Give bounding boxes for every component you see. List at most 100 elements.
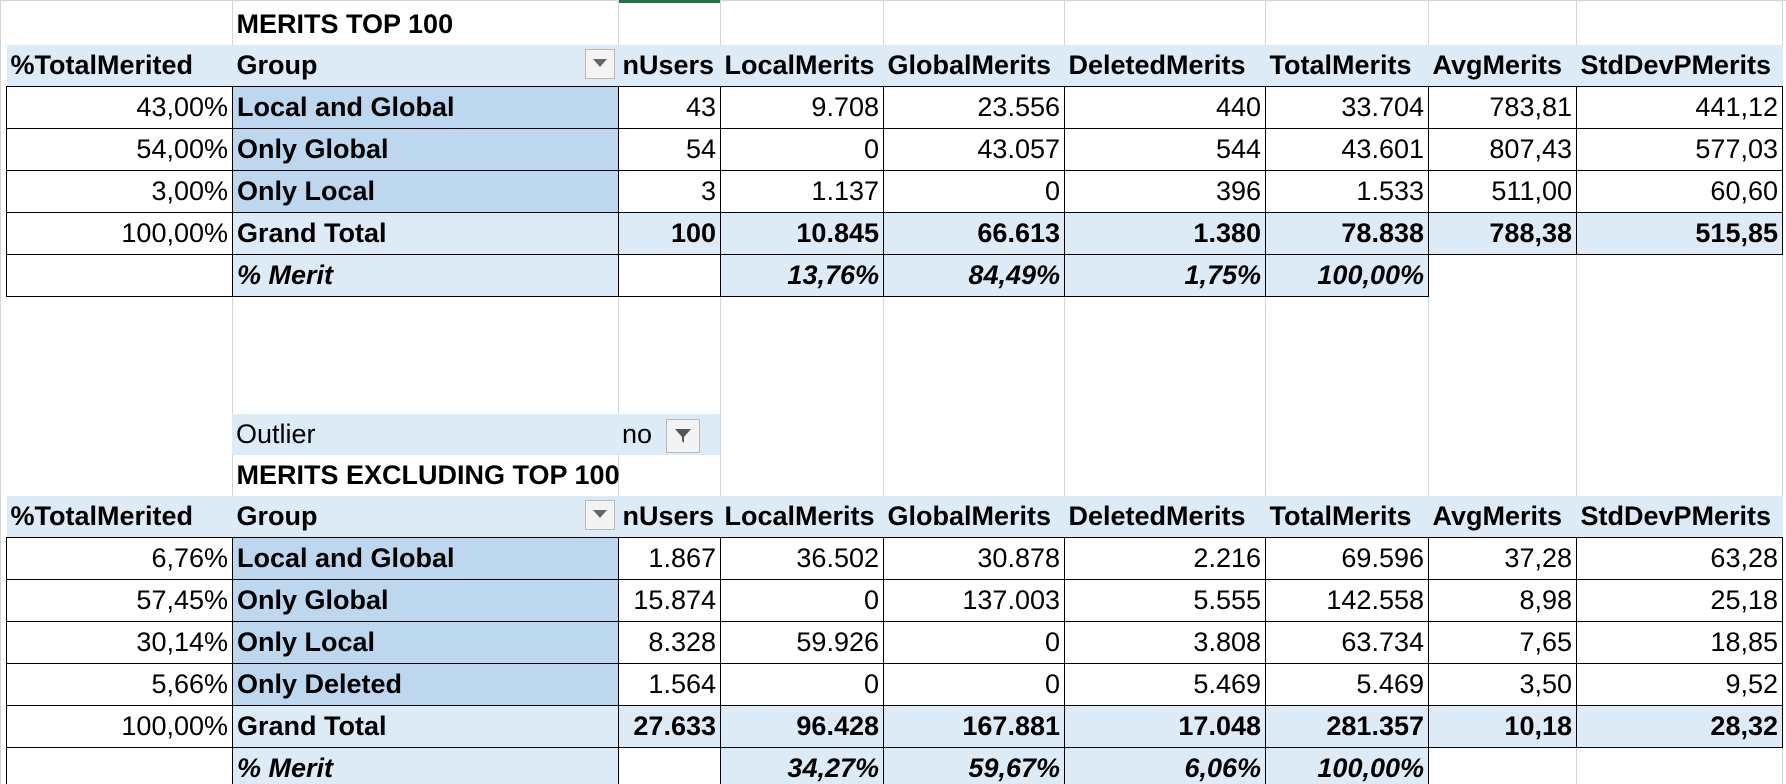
cell[interactable]: 511,00 bbox=[1428, 170, 1577, 213]
cell[interactable]: 8.328 bbox=[618, 621, 721, 664]
cell[interactable]: 281.357 bbox=[1265, 705, 1429, 748]
cell[interactable]: 69.596 bbox=[1265, 537, 1429, 580]
col-header-group[interactable]: Group bbox=[232, 45, 619, 87]
group-cell[interactable]: Only Global bbox=[232, 128, 619, 171]
cell[interactable]: 0 bbox=[720, 579, 884, 622]
cell[interactable] bbox=[6, 254, 233, 297]
group-cell[interactable]: Only Deleted bbox=[232, 663, 619, 706]
cell[interactable]: 6,06% bbox=[1064, 747, 1266, 784]
cell[interactable]: 0 bbox=[883, 170, 1065, 213]
cell[interactable]: 167.881 bbox=[883, 705, 1065, 748]
cell[interactable]: 37,28 bbox=[1428, 537, 1577, 580]
group-dropdown-button[interactable] bbox=[584, 49, 615, 79]
cell[interactable]: 544 bbox=[1064, 128, 1266, 171]
cell[interactable]: 577,03 bbox=[1576, 128, 1783, 171]
cell[interactable]: 18,85 bbox=[1576, 621, 1783, 664]
cell[interactable]: 515,85 bbox=[1576, 212, 1783, 255]
group-cell[interactable]: Local and Global bbox=[232, 86, 619, 129]
merit-label[interactable]: % Merit bbox=[232, 254, 619, 297]
cell[interactable]: 13,76% bbox=[720, 254, 884, 297]
cell[interactable]: 788,38 bbox=[1428, 212, 1577, 255]
col-header[interactable]: StdDevPMerits bbox=[1576, 496, 1783, 538]
cell[interactable]: 9.708 bbox=[720, 86, 884, 129]
cell[interactable]: 1.533 bbox=[1265, 170, 1429, 213]
cell[interactable]: 100 bbox=[618, 212, 721, 255]
col-header[interactable]: TotalMerits bbox=[1265, 496, 1429, 538]
cell[interactable]: 137.003 bbox=[883, 579, 1065, 622]
cell[interactable]: 23.556 bbox=[883, 86, 1065, 129]
col-header[interactable]: AvgMerits bbox=[1428, 45, 1577, 87]
cell[interactable]: 3.808 bbox=[1064, 621, 1266, 664]
cell[interactable]: 807,43 bbox=[1428, 128, 1577, 171]
cell[interactable]: 3 bbox=[618, 170, 721, 213]
spreadsheet-grid[interactable]: MERITS TOP 100 %TotalMerited Group nUser… bbox=[0, 0, 1786, 784]
cell[interactable]: 15.874 bbox=[618, 579, 721, 622]
cell[interactable]: 43.057 bbox=[883, 128, 1065, 171]
merit-label[interactable]: % Merit bbox=[232, 747, 619, 784]
pivot-table-excluding-top100[interactable]: MERITS EXCLUDING TOP 100 %TotalMerited G… bbox=[6, 455, 1783, 784]
cell[interactable]: 1.564 bbox=[618, 663, 721, 706]
cell[interactable]: 1.867 bbox=[618, 537, 721, 580]
cell[interactable]: 2.216 bbox=[1064, 537, 1266, 580]
cell[interactable]: 33.704 bbox=[1265, 86, 1429, 129]
cell[interactable]: 54 bbox=[618, 128, 721, 171]
col-header[interactable]: LocalMerits bbox=[720, 45, 884, 87]
cell[interactable]: 1,75% bbox=[1064, 254, 1266, 297]
cell[interactable]: 43,00% bbox=[6, 86, 233, 129]
cell[interactable]: 5.469 bbox=[1265, 663, 1429, 706]
cell[interactable]: 30,14% bbox=[6, 621, 233, 664]
cell[interactable]: 6,76% bbox=[6, 537, 233, 580]
cell[interactable]: 34,27% bbox=[720, 747, 884, 784]
cell[interactable]: 1.380 bbox=[1064, 212, 1266, 255]
cell[interactable]: 10,18 bbox=[1428, 705, 1577, 748]
cell[interactable] bbox=[618, 254, 721, 297]
cell[interactable]: 1.137 bbox=[720, 170, 884, 213]
cell[interactable]: 25,18 bbox=[1576, 579, 1783, 622]
cell[interactable]: 36.502 bbox=[720, 537, 884, 580]
cell[interactable]: 783,81 bbox=[1428, 86, 1577, 129]
cell[interactable]: 10.845 bbox=[720, 212, 884, 255]
cell[interactable]: 100,00% bbox=[6, 705, 233, 748]
cell[interactable]: 63.734 bbox=[1265, 621, 1429, 664]
cell[interactable]: 96.428 bbox=[720, 705, 884, 748]
cell[interactable]: 0 bbox=[883, 621, 1065, 664]
group-cell[interactable]: Only Local bbox=[232, 170, 619, 213]
cell[interactable]: 142.558 bbox=[1265, 579, 1429, 622]
cell[interactable]: 396 bbox=[1064, 170, 1266, 213]
cell[interactable]: 60,60 bbox=[1576, 170, 1783, 213]
cell[interactable]: 30.878 bbox=[883, 537, 1065, 580]
cell[interactable]: 441,12 bbox=[1576, 86, 1783, 129]
pivot-table-top100[interactable]: MERITS TOP 100 %TotalMerited Group nUser… bbox=[6, 4, 1783, 297]
col-header[interactable]: StdDevPMerits bbox=[1576, 45, 1783, 87]
col-header[interactable]: DeletedMerits bbox=[1064, 45, 1266, 87]
cell[interactable]: 54,00% bbox=[6, 128, 233, 171]
cell[interactable]: 0 bbox=[720, 663, 884, 706]
filter-value-cell[interactable]: no bbox=[618, 414, 720, 455]
group-cell[interactable]: Grand Total bbox=[232, 705, 619, 748]
cell[interactable]: 59.926 bbox=[720, 621, 884, 664]
cell[interactable]: 100,00% bbox=[6, 212, 233, 255]
cell[interactable]: 100,00% bbox=[1265, 747, 1429, 784]
col-header[interactable]: GlobalMerits bbox=[883, 45, 1065, 87]
cell[interactable]: 17.048 bbox=[1064, 705, 1266, 748]
col-header[interactable]: GlobalMerits bbox=[883, 496, 1065, 538]
report-filter[interactable]: Outlier no bbox=[6, 414, 720, 455]
cell[interactable]: 57,45% bbox=[6, 579, 233, 622]
cell[interactable]: 7,65 bbox=[1428, 621, 1577, 664]
cell[interactable] bbox=[618, 747, 721, 784]
col-header-group[interactable]: Group bbox=[232, 496, 619, 538]
cell[interactable]: 3,50 bbox=[1428, 663, 1577, 706]
col-header[interactable]: DeletedMerits bbox=[1064, 496, 1266, 538]
cell[interactable]: 43.601 bbox=[1265, 128, 1429, 171]
cell[interactable]: 66.613 bbox=[883, 212, 1065, 255]
col-header[interactable]: nUsers bbox=[618, 496, 721, 538]
cell[interactable] bbox=[6, 747, 233, 784]
group-dropdown-button[interactable] bbox=[584, 500, 615, 530]
group-cell[interactable]: Only Global bbox=[232, 579, 619, 622]
cell[interactable]: 5.469 bbox=[1064, 663, 1266, 706]
cell[interactable]: 59,67% bbox=[883, 747, 1065, 784]
col-header[interactable]: AvgMerits bbox=[1428, 496, 1577, 538]
cell[interactable]: 43 bbox=[618, 86, 721, 129]
cell[interactable]: 5,66% bbox=[6, 663, 233, 706]
col-header[interactable]: %TotalMerited bbox=[6, 496, 233, 538]
